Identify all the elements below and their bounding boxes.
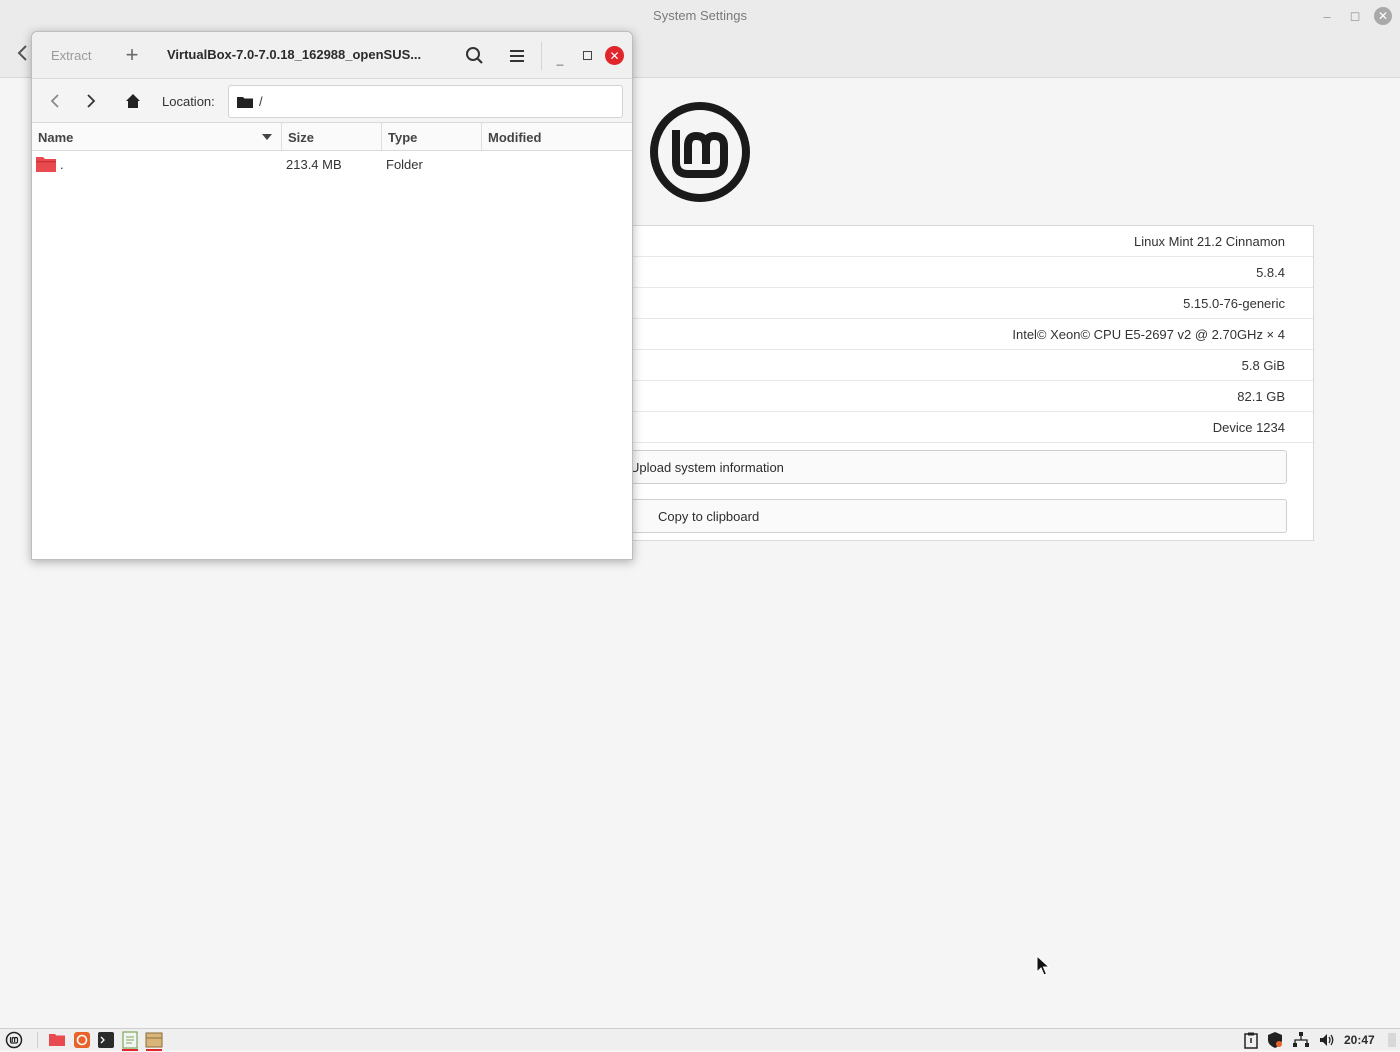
search-button[interactable]	[462, 43, 488, 69]
archive-title: VirtualBox-7.0-7.0.18_162988_openSUS...	[167, 47, 422, 62]
copy-button-label: Copy to clipboard	[658, 508, 760, 524]
text-editor-icon	[122, 1031, 138, 1049]
info-row-graphics: Device 1234	[601, 412, 1313, 443]
copy-to-clipboard-button[interactable]: Copy to clipboard	[611, 499, 1287, 533]
taskbar-separator	[37, 1032, 38, 1048]
header-separator	[541, 42, 542, 70]
back-button[interactable]	[42, 88, 68, 114]
row-type: Folder	[386, 157, 423, 172]
column-header-size[interactable]: Size	[282, 123, 382, 151]
hamburger-menu-icon	[510, 50, 524, 62]
minimize-button[interactable]: _	[550, 44, 570, 66]
active-indicator	[146, 1049, 162, 1051]
system-info-card: Linux Mint 21.2 Cinnamon 5.8.4 5.15.0-76…	[600, 225, 1314, 541]
add-files-button[interactable]: +	[118, 41, 146, 69]
info-row-kernel: 5.15.0-76-generic	[601, 288, 1313, 319]
active-indicator	[122, 1049, 138, 1051]
mouse-pointer-icon	[1036, 955, 1051, 976]
chevron-left-icon	[17, 45, 27, 61]
close-button[interactable]: ✕	[605, 46, 624, 65]
info-value: Device 1234	[1212, 419, 1285, 435]
row-size: 213.4 MB	[286, 157, 342, 172]
extract-button[interactable]: Extract	[51, 48, 91, 63]
maximize-button[interactable]	[577, 44, 597, 66]
info-value: Linux Mint 21.2 Cinnamon	[1133, 233, 1285, 249]
info-row-os: Linux Mint 21.2 Cinnamon	[601, 226, 1313, 257]
info-row-cinnamon: 5.8.4	[601, 257, 1313, 288]
column-type-label: Type	[388, 129, 418, 145]
upload-system-info-button[interactable]: Upload system information	[611, 450, 1287, 484]
archive-manager-icon	[145, 1032, 163, 1048]
show-desktop-button[interactable]	[1388, 1033, 1396, 1047]
clipboard-icon[interactable]	[1242, 1031, 1260, 1049]
info-value: 82.1 GB	[1237, 388, 1285, 404]
table-row[interactable]: . 213.4 MB Folder	[32, 152, 632, 178]
forward-button[interactable]	[78, 88, 104, 114]
files-icon[interactable]	[48, 1031, 66, 1049]
network-icon[interactable]	[1292, 1031, 1310, 1049]
column-header-type[interactable]: Type	[382, 123, 482, 151]
maximize-button[interactable]: ◻	[1344, 5, 1366, 27]
column-name-label: Name	[38, 129, 74, 145]
column-size-label: Size	[288, 129, 315, 145]
clock[interactable]: 20:47	[1344, 1033, 1375, 1047]
minimize-button[interactable]: –	[1316, 5, 1338, 27]
info-value: Intel© Xeon© CPU E5-2697 v2 @ 2.70GHz × …	[1012, 326, 1285, 342]
info-value: 5.15.0-76-generic	[1183, 295, 1285, 311]
home-button[interactable]	[120, 88, 146, 114]
info-row-processor: Intel© Xeon© CPU E5-2697 v2 @ 2.70GHz × …	[601, 319, 1313, 350]
archive-manager-launcher[interactable]	[145, 1031, 163, 1051]
location-bar: Location: /	[32, 79, 632, 123]
text-editor-launcher[interactable]	[121, 1031, 139, 1051]
location-value: /	[259, 94, 263, 109]
taskbar: 20:47	[0, 1028, 1400, 1051]
archive-header-bar: Extract + VirtualBox-7.0-7.0.18_162988_o…	[32, 32, 632, 79]
search-icon	[466, 47, 483, 64]
home-icon	[126, 94, 140, 108]
linux-mint-logo	[650, 102, 750, 202]
file-list-header: Name Size Type Modified	[32, 123, 632, 151]
column-modified-label: Modified	[488, 129, 542, 145]
column-header-modified[interactable]: Modified	[482, 123, 632, 151]
archive-manager-window: Extract + VirtualBox-7.0-7.0.18_162988_o…	[31, 31, 633, 560]
sort-descending-icon	[262, 134, 272, 140]
column-header-name[interactable]: Name	[32, 123, 282, 151]
row-name: .	[60, 157, 64, 172]
info-row-memory: 5.8 GiB	[601, 350, 1313, 381]
maximize-icon	[582, 50, 592, 60]
folder-icon	[36, 157, 56, 172]
terminal-icon[interactable]	[97, 1031, 115, 1049]
firefox-icon[interactable]	[73, 1031, 91, 1049]
main-menu-button[interactable]	[504, 43, 530, 69]
info-value: 5.8.4	[1256, 264, 1285, 280]
menu-icon[interactable]	[5, 1031, 23, 1049]
window-title: System Settings	[653, 8, 747, 23]
close-button[interactable]: ✕	[1372, 5, 1394, 27]
location-label: Location:	[162, 94, 215, 109]
volume-icon[interactable]	[1318, 1031, 1336, 1049]
folder-icon	[237, 96, 253, 108]
shield-icon[interactable]	[1266, 1031, 1284, 1049]
close-icon: ✕	[1374, 7, 1392, 25]
info-row-disk: 82.1 GB	[601, 381, 1313, 412]
location-field[interactable]: /	[228, 85, 623, 118]
chevron-left-icon	[50, 94, 59, 108]
chevron-right-icon	[87, 94, 96, 108]
info-value: 5.8 GiB	[1241, 357, 1285, 373]
